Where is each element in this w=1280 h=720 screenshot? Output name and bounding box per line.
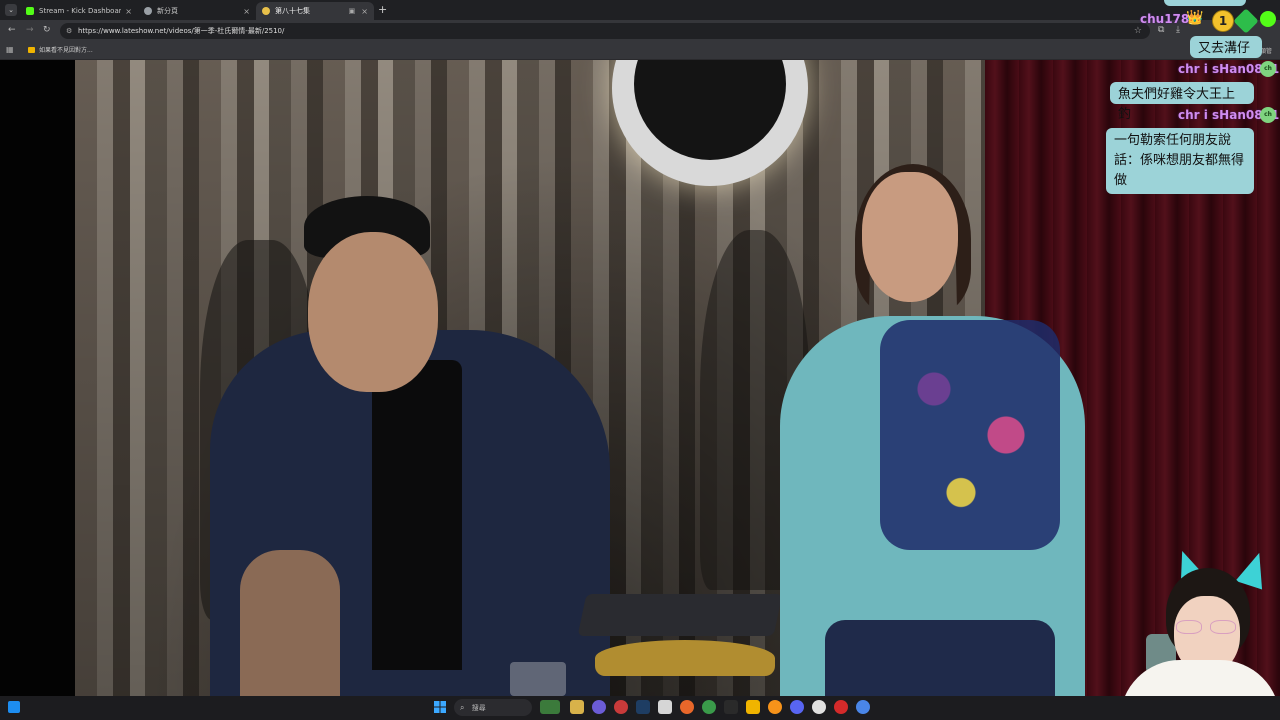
chat-message-text: 又去溝仔 [1198,41,1251,56]
chat-message-text: 一句勒索任何朋友說話：係咪想朋友都無得做 [1114,133,1245,188]
tab-kick-dashboard[interactable]: Stream - Kick Dashboard × [20,2,138,20]
code-icon[interactable] [724,700,738,714]
firefox-icon[interactable] [680,700,694,714]
streamer-webcam [1108,546,1280,720]
reload-icon[interactable]: ↻ [43,25,51,35]
chat-message-bubble: 又去溝仔 [1190,36,1262,58]
widgets-icon[interactable] [8,701,20,713]
chat-icon[interactable] [592,700,606,714]
woman-jeans [825,620,1055,696]
tab-mute-icon[interactable]: ▣ [349,7,356,15]
crown-icon: 👑 [1186,10,1204,26]
scarf-pattern [880,320,1060,550]
stream-chat-overlay: chu178 👑 1 又去溝仔 chr i sHan0801 ch 魚夫們好雞令… [1080,0,1280,200]
chrome-alt-icon[interactable] [856,700,870,714]
globe-favicon-icon [144,7,152,15]
bookmark-item[interactable]: 如果看不見因對方... [28,45,93,54]
bookmark-label: 如果看不見因對方... [39,47,93,54]
opera-icon[interactable] [834,700,848,714]
coin-badge-icon: 1 [1212,10,1234,32]
channel-badge-icon: ch [1260,61,1276,77]
search-icon: ⌕ [460,703,465,712]
tab-episode-87[interactable]: 第八十七集 ▣ × [256,2,374,20]
apps-grid-icon[interactable]: ▦ [6,45,14,54]
tab-search-icon[interactable]: ⌄ [5,4,17,16]
woman-head [862,172,958,302]
site-favicon-icon [262,7,270,15]
kick-badge-icon [1260,11,1276,27]
chat-message-bubble: 一句勒索任何朋友說話：係咪想朋友都無得做 [1106,128,1254,194]
new-tab-button[interactable]: + [378,3,387,16]
chrome-icon[interactable] [702,700,716,714]
windows-taskbar: ⌕ 搜尋 [0,696,1280,720]
steam-icon[interactable] [636,700,650,714]
drinking-glass [510,662,566,696]
gem-badge-icon [1233,8,1259,34]
search-placeholder: 搜尋 [471,704,486,712]
obs-icon[interactable] [812,700,826,714]
address-bar[interactable]: ⚙ https://www.lateshow.net/videos/第一季-杜氏… [60,23,1150,39]
bitcoin-icon[interactable] [768,700,782,714]
letterbox-left [0,60,75,696]
file-explorer-icon[interactable] [540,700,560,714]
folder-icon[interactable] [746,700,760,714]
glasses [1174,620,1240,634]
taskbar-search[interactable]: ⌕ 搜尋 [454,699,532,716]
discord-icon[interactable] [790,700,804,714]
tablet-device [577,594,783,636]
chat-username: chu178 [1140,12,1190,26]
man-tshirt [372,360,462,670]
tab-close-icon[interactable]: × [361,7,368,16]
tab-close-icon[interactable]: × [125,7,132,16]
site-info-icon[interactable]: ⚙ [66,23,72,39]
chat-bubble-partial [1164,0,1246,6]
edge-icon[interactable] [614,700,628,714]
tab-new-tab-page[interactable]: 新分頁 × [138,2,256,20]
notes-icon[interactable] [658,700,672,714]
chat-message-bubble: 魚夫們好雞令大王上釣 [1110,82,1254,122]
tab-title: 新分頁 [157,7,178,15]
man-head [308,232,438,392]
bookmark-folder-icon [28,46,35,53]
side-table [595,640,775,676]
url-text[interactable]: https://www.lateshow.net/videos/第一季-杜氏爾情… [78,23,284,39]
channel-badge-icon: ch [1260,107,1276,123]
forward-arrow-icon[interactable]: → [26,25,34,35]
tab-title: Stream - Kick Dashboard [39,7,122,15]
man-tattooed-arm [240,550,340,696]
cat-ear-right [1235,548,1273,590]
tab-close-icon[interactable]: × [243,7,250,16]
back-arrow-icon[interactable]: ← [8,25,16,35]
start-button-icon[interactable] [434,701,446,713]
store-icon[interactable] [570,700,584,714]
kick-favicon-icon [26,7,34,15]
tab-title: 第八十七集 [275,7,310,15]
